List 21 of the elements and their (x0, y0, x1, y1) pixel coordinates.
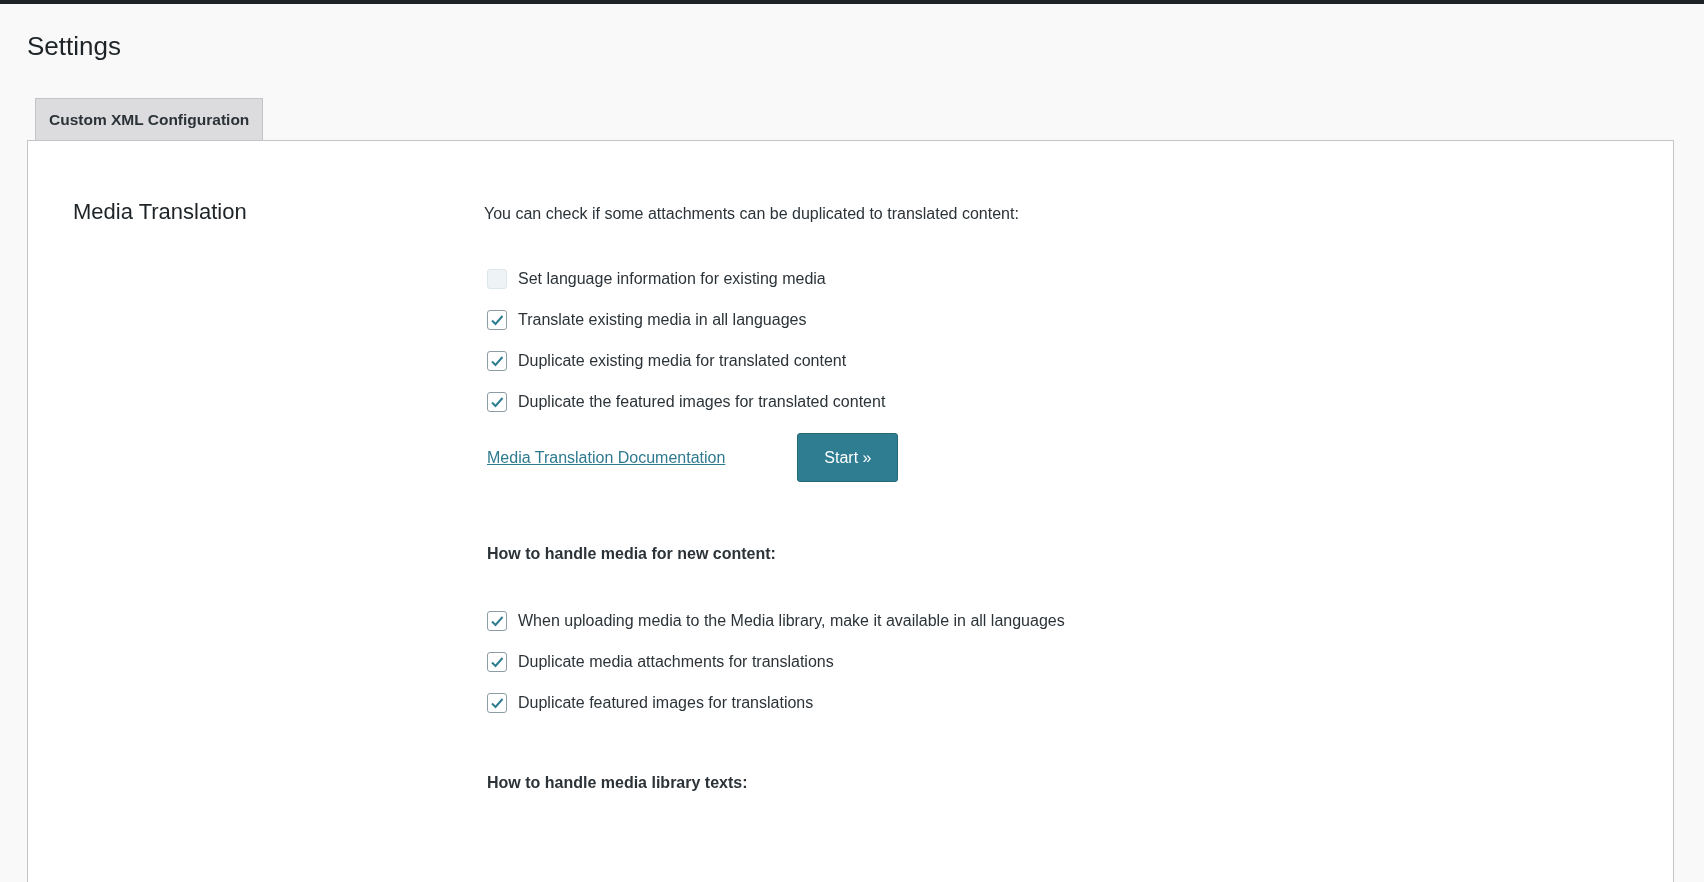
checkbox-label: Duplicate the featured images for translated content (518, 392, 886, 412)
documentation-link[interactable]: Media Translation Documentation (487, 448, 726, 467)
start-button[interactable]: Start » (797, 433, 899, 482)
checkbox[interactable] (487, 611, 507, 631)
checkbox[interactable] (487, 392, 507, 412)
section-title: Media Translation (73, 198, 248, 226)
checkbox[interactable] (487, 652, 507, 672)
checkbox-label: Duplicate media attachments for translations (518, 652, 834, 672)
page-title: Settings (26, 30, 122, 62)
checkbox-label: Set language information for existing media (518, 269, 826, 289)
checkbox-label: Duplicate featured images for translations (518, 693, 814, 713)
checkbox-label: Translate existing media in all languages (518, 310, 807, 330)
section-heading: How to handle media library texts: (487, 773, 749, 793)
checkbox[interactable] (487, 310, 507, 330)
checkbox-label: Duplicate existing media for translated content (518, 351, 847, 371)
tab[interactable]: Custom XML Configuration (35, 98, 264, 140)
checkbox[interactable] (487, 693, 507, 713)
intro-text: You can check if some attachments can be duplicated to translated content: (484, 204, 1020, 224)
checkbox-label: When uploading media to the Media library, make it available in all languages (518, 611, 1065, 631)
checkbox[interactable] (487, 351, 507, 371)
section-heading: How to handle media for new content: (487, 544, 777, 564)
